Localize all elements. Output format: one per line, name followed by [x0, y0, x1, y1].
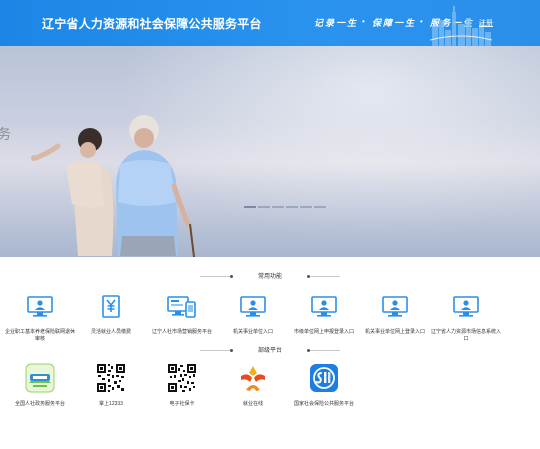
partner-label: 国家社会保险公共服务平台: [293, 401, 354, 407]
elderly-couple-image: [31, 115, 195, 257]
func-item-retirement-review[interactable]: 企业职工基本养老保险联网退休审核: [5, 295, 75, 343]
partner-label: 电子社保卡: [169, 401, 195, 407]
document-yen-icon: [102, 295, 120, 318]
partner-national-social-insurance-platform[interactable]: 国家社会保险公共服务平台: [286, 363, 362, 407]
social-insurance-logo: [310, 364, 338, 392]
func-label: 市级单位网上申报登录入口: [293, 329, 354, 335]
func-label: 辽宁省人力资源市场信息系统入口: [431, 329, 502, 342]
partner-employment-online[interactable]: 就业在线: [215, 363, 291, 407]
slogan-separator: •: [420, 17, 423, 26]
monitor-person-icon: [27, 296, 53, 317]
slogan-protect-life: 保障一生: [372, 18, 417, 28]
national-hrss-logo: [25, 363, 55, 393]
func-label: 辽宁人社市场营销服务平台: [151, 329, 212, 335]
carousel-dot[interactable]: [272, 206, 284, 208]
carousel-dot[interactable]: [300, 206, 312, 208]
computer-phone-icon: [167, 296, 196, 318]
partner-label: 掌上12333: [99, 401, 123, 407]
carousel-indicators: [244, 195, 328, 213]
func-label: 企业职工基本养老保险联网退休审核: [5, 329, 76, 342]
qr-code: [167, 363, 197, 393]
monitor-person-icon: [240, 296, 266, 317]
func-item-marketing-platform[interactable]: 辽宁人社市场营销服务平台: [147, 295, 217, 336]
qr-code: [96, 363, 126, 393]
carousel-dot[interactable]: [244, 206, 256, 208]
func-label: 机关事业单位入口: [232, 329, 273, 335]
slogan-separator: •: [362, 17, 365, 26]
partner-handheld-12333[interactable]: 掌上12333: [73, 363, 149, 407]
partner-national-hrss-platform[interactable]: 全国人社政务服务平台: [2, 363, 78, 407]
partner-label: 就业在线: [242, 401, 263, 407]
partner-electronic-social-security-card[interactable]: 电子社保卡: [144, 363, 220, 407]
carousel-dot[interactable]: [314, 206, 326, 208]
func-item-hr-market-system[interactable]: 辽宁省人力资源市场信息系统入口: [431, 295, 501, 343]
func-label: 灵活就业人员缴费: [90, 329, 131, 335]
partner-label: 全国人社政务服务平台: [14, 401, 65, 407]
divider-line: [310, 276, 340, 277]
func-item-institution-login[interactable]: 机关事业单位网上登录入口: [360, 295, 430, 336]
carousel-dot[interactable]: [286, 206, 298, 208]
monitor-person-icon: [311, 296, 337, 317]
employment-online-logo: [241, 366, 265, 391]
partner-platforms-heading: 部级平台: [200, 345, 340, 355]
common-functions-heading: 常用功能: [200, 271, 340, 281]
hero-banner[interactable]: 务: [0, 46, 540, 257]
slogan-record-life: 记录一生: [314, 18, 359, 28]
func-label: 机关事业单位网上登录入口: [364, 329, 425, 335]
divider-line: [310, 350, 340, 351]
monitor-person-icon: [453, 296, 479, 317]
top-header: 辽宁省人力资源和社会保障公共服务平台 记录一生 • 保障一生 • 服务一生 注册: [0, 0, 540, 46]
func-item-flexible-employment-payment[interactable]: 灵活就业人员缴费: [76, 295, 146, 336]
monitor-person-icon: [382, 296, 408, 317]
site-title[interactable]: 辽宁省人力资源和社会保障公共服务平台: [42, 15, 262, 32]
func-item-institution-entry[interactable]: 机关事业单位入口: [218, 295, 288, 336]
register-link[interactable]: 注册: [479, 18, 493, 28]
banner-caption-fragment: 务: [0, 126, 11, 142]
func-item-city-unit-login[interactable]: 市级单位网上申报登录入口: [289, 295, 359, 336]
carousel-dot[interactable]: [258, 206, 270, 208]
